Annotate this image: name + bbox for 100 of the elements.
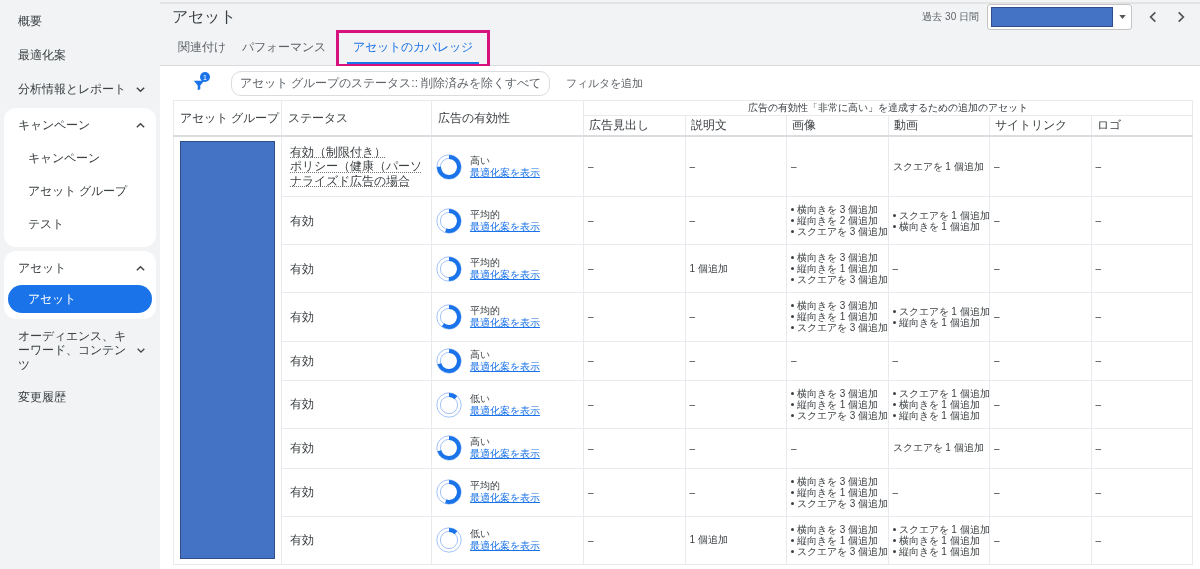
- date-picker[interactable]: [987, 4, 1132, 30]
- bullet-icon: [892, 414, 896, 418]
- list-item: 横向きを 3 個追加: [797, 475, 879, 487]
- list-item: 横向きを 3 個追加: [797, 204, 879, 216]
- nav-link[interactable]: 変更履歴: [4, 380, 156, 415]
- list-item: スクエアを 3 個追加: [797, 497, 889, 509]
- nav-section[interactable]: 分析情報とレポート: [18, 81, 126, 97]
- table-cell-text: –: [1095, 161, 1102, 173]
- filter-chip[interactable]: アセット グループのステータス:: 削除済みを除くすべて: [231, 70, 551, 96]
- status-text: 有効: [290, 261, 315, 277]
- status-text: 有効: [290, 485, 315, 500]
- table-cell-text: –: [892, 355, 899, 367]
- table-cell-text: –: [892, 263, 899, 275]
- table-cell-text: –: [1095, 486, 1102, 498]
- list-item: スクエアを 3 個追加: [797, 545, 889, 557]
- table-cell-text: –: [689, 486, 696, 498]
- nav-section[interactable]: オーディエンス、キーワード、コンテンツ: [18, 329, 136, 373]
- effectiveness-rating: 高い: [470, 436, 491, 448]
- effectiveness-donut: [436, 255, 462, 282]
- column-header: 広告の有効性: [431, 100, 584, 136]
- nav-section[interactable]: キャンペーン: [18, 117, 90, 133]
- list-item: 縦向きを 1 個追加: [797, 399, 879, 411]
- view-recommendations-link[interactable]: 最適化案を表示: [470, 166, 540, 179]
- effectiveness-donut: [436, 435, 462, 462]
- table-cell-text: –: [994, 311, 1000, 323]
- status-text: 有効: [290, 353, 315, 368]
- bullet-icon: [791, 230, 794, 234]
- tab[interactable]: 関連付け: [172, 34, 232, 64]
- list-item: 縦向きを 1 個追加: [898, 545, 980, 557]
- bullet-icon: [791, 256, 794, 260]
- nav-item[interactable]: アセット グループ: [4, 175, 156, 208]
- add-filter-button[interactable]: フィルタを追加: [566, 75, 644, 91]
- list-item: スクエアを 3 個追加: [797, 226, 889, 238]
- table-cell-text: –: [588, 534, 594, 546]
- bullet-icon: [892, 549, 896, 553]
- table-cell-text: –: [588, 161, 594, 173]
- list-item: 横向きを 1 個追加: [898, 534, 980, 546]
- table-cell-text: –: [588, 263, 594, 275]
- nav-section[interactable]: アセット: [18, 260, 66, 276]
- table-cell-text: –: [994, 355, 1000, 367]
- nav-item[interactable]: テスト: [4, 208, 156, 241]
- list-item: 横向きを 3 個追加: [797, 252, 879, 264]
- table-cell-text: –: [1095, 311, 1102, 323]
- table-cell-text: –: [588, 443, 594, 454]
- table-cell-text: –: [791, 161, 797, 173]
- list-item: スクエアを 1 個追加: [898, 523, 990, 535]
- bullet-icon: [791, 267, 794, 271]
- bullet-icon: [791, 278, 794, 282]
- view-recommendations-link[interactable]: 最適化案を表示: [470, 540, 540, 553]
- column-group-header: 広告の有効性「非常に高い」を達成するための追加のアセット: [583, 100, 1193, 116]
- column-header: ステータス: [281, 100, 432, 136]
- view-recommendations-link[interactable]: 最適化案を表示: [470, 492, 540, 505]
- view-recommendations-link[interactable]: 最適化案を表示: [470, 448, 540, 461]
- table-cell-text: –: [1095, 534, 1102, 546]
- view-recommendations-link[interactable]: 最適化案を表示: [470, 268, 540, 281]
- table-cell-text: –: [994, 399, 1000, 411]
- list-item: 縦向きを 1 個追加: [898, 410, 980, 422]
- effectiveness-donut: [436, 153, 462, 180]
- table-cell-text: スクエアを 1 個追加: [892, 160, 984, 172]
- bullet-icon: [791, 392, 794, 396]
- nav-item[interactable]: アセット: [8, 285, 152, 313]
- effectiveness-rating: 高い: [470, 348, 491, 361]
- table-cell-text: –: [892, 486, 899, 498]
- bullet-icon: [892, 392, 896, 396]
- table-cell-text: –: [689, 443, 696, 454]
- tab[interactable]: アセットのカバレッジ: [347, 34, 479, 64]
- table-cell-text: –: [994, 486, 1000, 498]
- table-cell-text: –: [1095, 263, 1102, 275]
- list-item: 縦向きを 1 個追加: [797, 486, 879, 498]
- effectiveness-donut: [436, 347, 462, 374]
- bullet-icon: [791, 414, 794, 418]
- view-recommendations-link[interactable]: 最適化案を表示: [470, 316, 540, 329]
- nav-link[interactable]: 概要: [4, 4, 156, 38]
- effectiveness-rating: 平均的: [470, 208, 501, 221]
- bullet-icon: [791, 219, 794, 223]
- status-text: 有効: [290, 213, 315, 229]
- status-text: 有効: [290, 397, 315, 412]
- table-cell-text: –: [689, 161, 696, 173]
- nav-link[interactable]: 最適化案: [4, 38, 156, 72]
- effectiveness-donut: [436, 479, 462, 506]
- filter-icon[interactable]: [193, 79, 205, 91]
- list-item: 縦向きを 1 個追加: [797, 534, 879, 546]
- table-cell-text: –: [1095, 443, 1102, 454]
- table-cell-text: –: [1095, 355, 1102, 367]
- list-item: 縦向きを 1 個追加: [898, 316, 980, 328]
- view-recommendations-link[interactable]: 最適化案を表示: [470, 220, 540, 233]
- view-recommendations-link[interactable]: 最適化案を表示: [470, 360, 540, 373]
- status-text[interactable]: ポリシー（健康（パーソナライズド広告の場合: [290, 159, 429, 189]
- table-cell-text: –: [588, 311, 594, 323]
- table-cell-text: 1 個追加: [689, 262, 728, 274]
- table-cell-text: –: [689, 355, 696, 367]
- nav-item[interactable]: キャンペーン: [4, 142, 156, 175]
- bullet-icon: [791, 538, 794, 542]
- tab[interactable]: パフォーマンス: [236, 34, 332, 64]
- bullet-icon: [791, 304, 794, 308]
- bullet-icon: [892, 224, 896, 228]
- status-text[interactable]: 有効（制限付き）: [290, 145, 429, 160]
- effectiveness-rating: 平均的: [470, 256, 501, 269]
- list-item: スクエアを 3 個追加: [797, 274, 889, 286]
- view-recommendations-link[interactable]: 最適化案を表示: [470, 404, 540, 417]
